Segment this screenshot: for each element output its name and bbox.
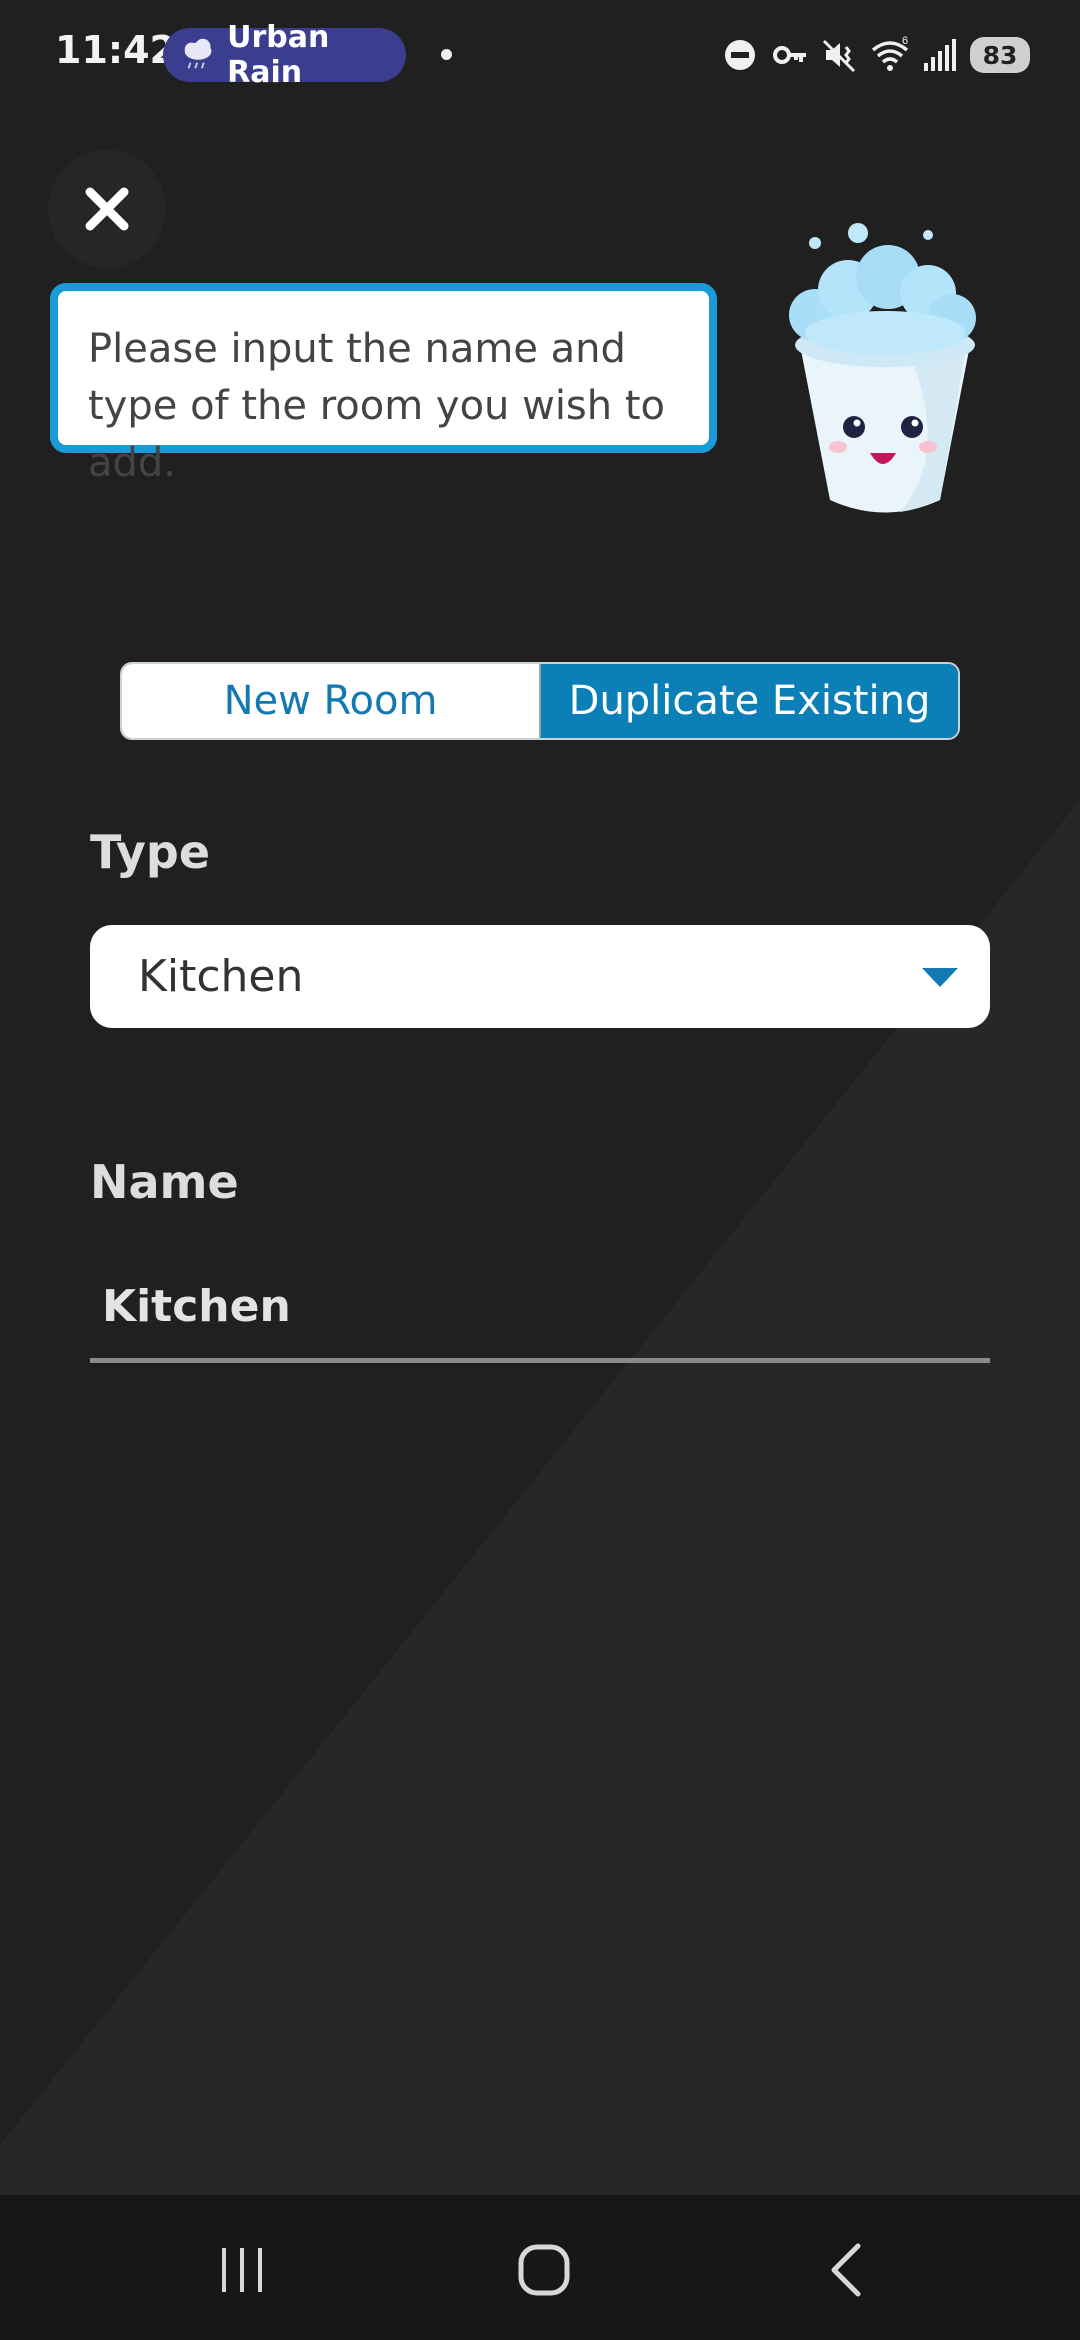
vpn-key-icon (773, 46, 806, 64)
status-time: 11:42 (55, 28, 176, 72)
status-bar: 11:42 Urban Rain 6 83 (0, 0, 1080, 110)
weather-notification-pill[interactable]: Urban Rain (163, 20, 406, 90)
rain-cloud-icon (184, 38, 212, 69)
svg-text:6: 6 (902, 35, 908, 47)
bucket-mascot-icon (789, 223, 976, 513)
notification-pill-label: Urban Rain (227, 20, 330, 90)
close-icon (85, 187, 129, 231)
recents-button[interactable] (202, 2230, 282, 2310)
tab-new-room[interactable]: New Room (122, 664, 539, 738)
battery-icon: 83 (970, 37, 1030, 73)
room-mode-segmented-control: New Room Duplicate Existing (120, 662, 960, 740)
recents-icon (222, 2248, 262, 2292)
home-button[interactable] (504, 2230, 584, 2310)
dropdown-arrow-icon (922, 967, 958, 987)
mute-vibrate-icon (822, 39, 856, 73)
back-icon (831, 2243, 861, 2297)
signal-icon (924, 39, 956, 71)
room-name-value: Kitchen (102, 1281, 291, 1332)
room-name-input[interactable]: Kitchen (90, 1255, 990, 1363)
do-not-disturb-icon (725, 40, 755, 70)
notification-dot-icon (441, 49, 452, 60)
status-icons: 6 83 (720, 28, 1030, 82)
instruction-bubble: Please input the name and type of the ro… (50, 283, 717, 486)
home-icon (518, 2244, 570, 2296)
name-label: Name (90, 1155, 239, 1209)
close-button[interactable] (48, 150, 166, 268)
wifi-icon: 6 (871, 35, 908, 71)
back-button[interactable] (806, 2230, 886, 2310)
system-nav-bar (0, 2195, 1080, 2340)
tab-duplicate-existing[interactable]: Duplicate Existing (539, 664, 958, 738)
type-label: Type (90, 825, 211, 879)
room-type-value: Kitchen (138, 951, 304, 1002)
room-type-dropdown[interactable]: Kitchen (90, 925, 990, 1028)
